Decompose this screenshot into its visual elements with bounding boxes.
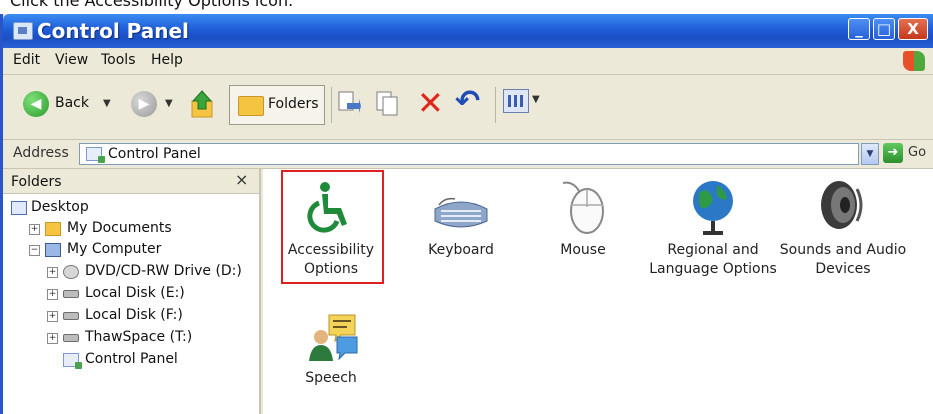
minimize-button[interactable]: _	[848, 18, 870, 40]
folder-icon	[238, 96, 264, 116]
computer-icon	[45, 243, 61, 257]
control-panel-window: Control Panel _ □ X Edit View Tools Help…	[0, 14, 933, 414]
expand-icon[interactable]: +	[47, 333, 58, 344]
tree-label: Desktop	[31, 199, 89, 215]
item-label: Devices	[815, 261, 871, 277]
menu-edit[interactable]: Edit	[13, 52, 40, 68]
keyboard-item[interactable]: Keyboard	[401, 175, 521, 275]
hard-disk-icon	[63, 334, 79, 342]
tree-label: My Computer	[67, 241, 162, 257]
menu-view[interactable]: View	[55, 52, 88, 68]
tree-label: DVD/CD-RW Drive (D:)	[85, 263, 242, 279]
toolbar-separator	[495, 87, 496, 123]
regional-language-options-item[interactable]: Regional and Language Options	[643, 175, 783, 277]
hard-disk-icon	[63, 312, 79, 320]
views-icon[interactable]	[503, 89, 529, 113]
desktop-icon	[11, 201, 27, 215]
toolbar: ◀ Back ▼ ▶ ▼ Folders ✕ ↶ ▼	[3, 75, 933, 140]
address-bar: Address Control Panel ▼ ➜ Go	[3, 140, 933, 169]
forward-dropdown-icon[interactable]: ▼	[165, 98, 173, 109]
folders-button[interactable]: Folders	[229, 85, 325, 125]
control-panel-icon	[13, 22, 33, 40]
title-bar[interactable]: Control Panel _ □ X	[3, 14, 933, 48]
item-label: Speech	[305, 370, 357, 386]
sounds-audio-devices-item[interactable]: Sounds and Audio Devices	[777, 175, 909, 277]
expand-icon[interactable]: +	[47, 289, 58, 300]
delete-icon[interactable]: ✕	[417, 87, 444, 119]
collapse-icon[interactable]: −	[29, 245, 40, 256]
mouse-item[interactable]: Mouse	[523, 175, 643, 275]
back-dropdown-icon[interactable]: ▼	[103, 98, 111, 109]
address-dropdown-icon[interactable]: ▼	[861, 143, 879, 165]
speech-item[interactable]: Speech	[271, 307, 391, 397]
back-arrow-icon[interactable]: ◀	[23, 91, 49, 117]
instruction-caption: Click the Accessibility Options icon.	[10, 0, 294, 10]
copy-to-icon[interactable]	[375, 89, 399, 117]
address-label: Address	[13, 145, 69, 161]
keyboard-icon	[434, 197, 488, 228]
folders-pane-title: Folders	[11, 174, 62, 190]
item-label: Sounds and Audio	[779, 242, 907, 258]
tree-label: My Documents	[67, 220, 172, 236]
toolbar-separator	[331, 87, 332, 123]
undo-icon[interactable]: ↶	[455, 85, 480, 119]
item-label: Keyboard	[428, 242, 494, 258]
item-label: Mouse	[560, 242, 606, 258]
dvd-drive-icon	[63, 265, 79, 279]
expand-icon[interactable]: +	[47, 311, 58, 322]
item-label: Language Options	[649, 261, 777, 277]
windows-logo-icon	[903, 51, 925, 71]
address-input[interactable]: Control Panel	[79, 143, 859, 165]
expand-icon[interactable]: +	[47, 267, 58, 278]
back-button-label[interactable]: Back	[55, 95, 89, 111]
folders-pane-header: Folders ×	[3, 169, 259, 194]
expand-icon[interactable]: +	[29, 224, 40, 235]
folders-pane: Folders × Desktop + My Documents − My Co…	[3, 169, 261, 414]
mouse-icon	[562, 181, 604, 234]
menu-bar: Edit View Tools Help	[3, 48, 933, 75]
target-highlight-box	[281, 170, 384, 284]
tree-label: Control Panel	[85, 351, 178, 367]
tree-label: Local Disk (F:)	[85, 307, 183, 323]
speaker-icon	[821, 181, 863, 229]
move-to-icon[interactable]	[337, 89, 361, 117]
hard-disk-icon	[63, 290, 79, 298]
address-value: Control Panel	[108, 146, 201, 162]
views-dropdown-icon[interactable]: ▼	[532, 94, 540, 105]
control-panel-small-icon	[63, 353, 82, 369]
close-button[interactable]: X	[898, 18, 928, 40]
go-arrow-icon[interactable]: ➜	[883, 143, 903, 163]
menu-help[interactable]: Help	[151, 52, 183, 68]
speech-icon	[309, 314, 358, 361]
up-folder-icon[interactable]	[189, 89, 215, 119]
menu-tools[interactable]: Tools	[101, 52, 136, 68]
maximize-button[interactable]: □	[873, 18, 895, 40]
folders-button-label: Folders	[268, 96, 319, 112]
documents-folder-icon	[45, 222, 61, 236]
tree-label: Local Disk (E:)	[85, 285, 185, 301]
globe-icon	[693, 181, 733, 235]
folders-pane-close-icon[interactable]: ×	[235, 170, 248, 189]
item-label: Regional and	[667, 242, 759, 258]
go-button-label[interactable]: Go	[908, 145, 926, 160]
forward-arrow-icon[interactable]: ▶	[131, 91, 157, 117]
control-panel-small-icon	[86, 147, 105, 163]
tree-label: ThawSpace (T:)	[85, 329, 193, 345]
window-title: Control Panel	[37, 19, 189, 43]
